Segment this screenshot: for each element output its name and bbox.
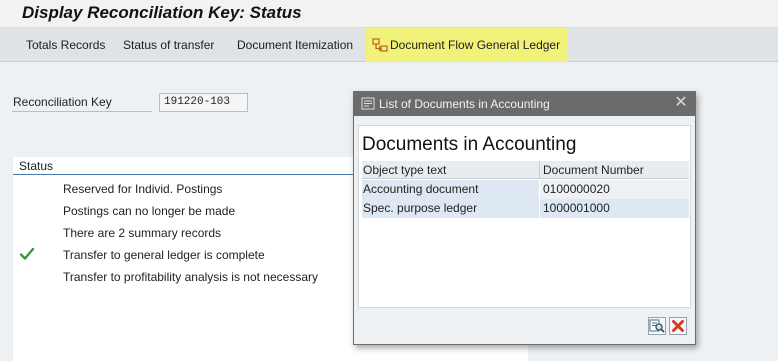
status-text: Postings can no longer be made bbox=[63, 204, 236, 218]
reconciliation-key-field[interactable]: 191220-103 bbox=[159, 93, 248, 112]
title-bar: Display Reconciliation Key: Status bbox=[0, 0, 778, 28]
dialog-body: Documents in Accounting Object type text… bbox=[358, 125, 691, 308]
cancel-icon bbox=[672, 320, 684, 332]
close-icon[interactable]: ✕ bbox=[673, 94, 689, 112]
page-title: Display Reconciliation Key: Status bbox=[22, 3, 302, 22]
table-cell[interactable]: Spec. purpose ledger bbox=[362, 199, 539, 218]
checkmark-icon bbox=[19, 247, 35, 260]
column-divider bbox=[539, 161, 540, 179]
column-header-object-type[interactable]: Object type text bbox=[363, 163, 446, 177]
dialog-title: List of Documents in Accounting bbox=[379, 97, 550, 111]
list-icon bbox=[361, 97, 375, 110]
cancel-button[interactable] bbox=[669, 317, 687, 335]
table-cell[interactable]: 0100000020 bbox=[540, 180, 689, 199]
status-text: There are 2 summary records bbox=[63, 226, 222, 240]
document-flow-label: Document Flow General Ledger bbox=[390, 38, 561, 52]
table-row[interactable]: Spec. purpose ledger 1000001000 bbox=[362, 199, 689, 218]
find-button[interactable] bbox=[648, 317, 666, 335]
table-row[interactable]: Accounting document 0100000020 bbox=[362, 180, 689, 199]
dialog-titlebar[interactable]: List of Documents in Accounting ✕ bbox=[354, 92, 695, 116]
status-of-transfer-button[interactable]: Status of transfer bbox=[123, 28, 214, 62]
reconciliation-key-underline bbox=[12, 111, 152, 112]
status-text: Transfer to profitability analysis is no… bbox=[63, 270, 318, 284]
table-header: Object type text Document Number bbox=[362, 161, 689, 179]
document-flow-general-ledger-button[interactable]: Document Flow General Ledger bbox=[366, 28, 569, 62]
reconciliation-key-label: Reconciliation Key bbox=[13, 95, 112, 109]
table-cell[interactable]: Accounting document bbox=[362, 180, 539, 199]
totals-records-button[interactable]: Totals Records bbox=[26, 28, 105, 62]
document-itemization-button[interactable]: Document Itemization bbox=[237, 28, 353, 62]
table-cell[interactable]: 1000001000 bbox=[540, 199, 689, 218]
status-text: Transfer to general ledger is complete bbox=[63, 248, 265, 262]
document-flow-icon bbox=[372, 38, 388, 52]
status-text: Reserved for Individ. Postings bbox=[63, 182, 223, 196]
column-header-document-number[interactable]: Document Number bbox=[543, 163, 644, 177]
dialog-heading: Documents in Accounting bbox=[362, 134, 577, 155]
find-icon bbox=[649, 319, 665, 333]
application-toolbar: Totals Records Status of transfer Docume… bbox=[0, 28, 778, 62]
documents-dialog: List of Documents in Accounting ✕ Docume… bbox=[353, 91, 696, 345]
